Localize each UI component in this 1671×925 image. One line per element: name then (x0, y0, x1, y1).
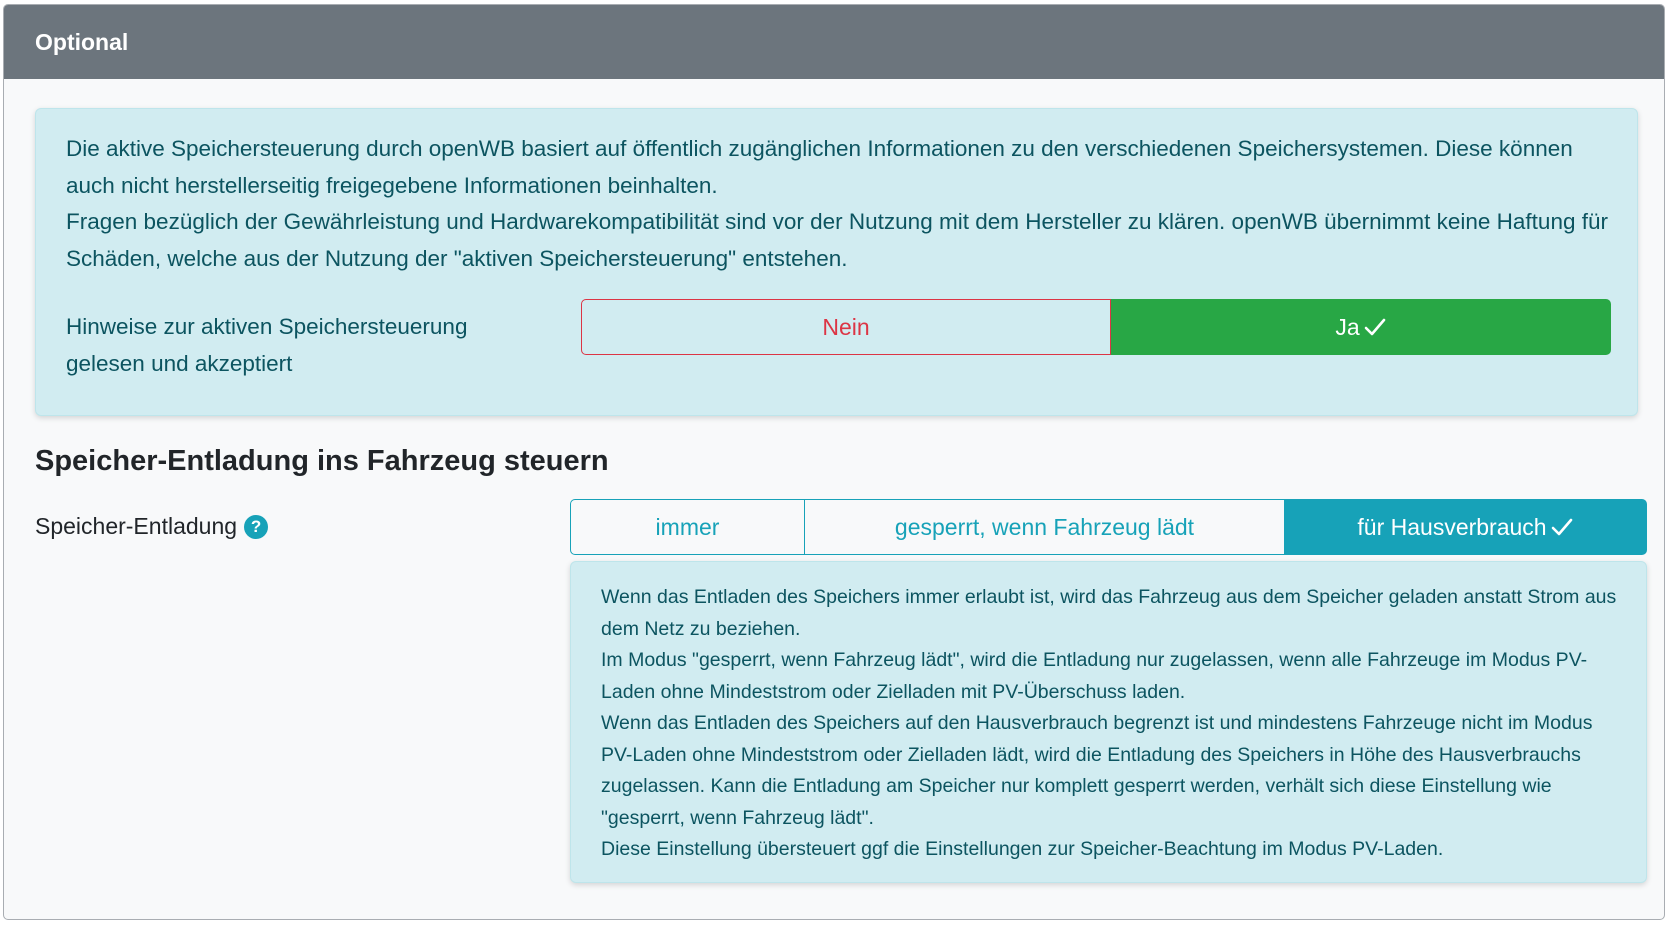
mode-immer-label: immer (655, 513, 720, 540)
ja-button[interactable]: Ja (1111, 299, 1611, 355)
discharge-label: Speicher-Entladung ? (35, 513, 269, 540)
info-paragraph-2: Im Modus "gesperrt, wenn Fahrzeug lädt",… (601, 649, 1588, 703)
section-title: Speicher-Entladung ins Fahrzeug steuern (35, 445, 609, 477)
mode-gesperrt-label: gesperrt, wenn Fahrzeug lädt (894, 513, 1195, 540)
ack-label: Hinweise zur aktiven Speichersteuerung g… (66, 314, 468, 376)
discharge-mode-group: immer gesperrt, wenn Fahrzeug lädt für H… (570, 499, 1647, 555)
nein-button-label: Nein (822, 313, 870, 340)
card-header: Optional (4, 5, 1664, 79)
info-paragraph-1: Wenn das Entladen des Speichers immer er… (601, 586, 1617, 640)
help-icon[interactable]: ? (244, 514, 269, 539)
mode-gesperrt-button[interactable]: gesperrt, wenn Fahrzeug lädt (804, 499, 1285, 555)
check-icon (1364, 318, 1385, 336)
check-icon (1551, 518, 1572, 536)
info-paragraph-3: Wenn das Entladen des Speichers auf den … (601, 712, 1593, 829)
info-text: Wenn das Entladen des Speichers immer er… (601, 582, 1621, 866)
mode-hausverbrauch-label: für Hausverbrauch (1357, 513, 1547, 540)
mode-immer-button[interactable]: immer (570, 499, 805, 555)
mode-hausverbrauch-button[interactable]: für Hausverbrauch (1284, 499, 1647, 555)
alert-text: Die aktive Speichersteuerung durch openW… (66, 131, 1611, 277)
ack-toggle-group: Nein Ja (581, 299, 1611, 355)
storage-control-alert: Die aktive Speichersteuerung durch openW… (35, 108, 1638, 416)
info-paragraph-4: Diese Einstellung übersteuert ggf die Ei… (601, 838, 1444, 860)
ja-button-label: Ja (1335, 313, 1360, 340)
alert-paragraph-2: Fragen bezüglich der Gewährleistung und … (66, 209, 1608, 271)
alert-paragraph-1: Die aktive Speichersteuerung durch openW… (66, 136, 1573, 198)
discharge-info-box: Wenn das Entladen des Speichers immer er… (570, 561, 1647, 883)
optional-card: Optional Die aktive Speichersteuerung du… (3, 4, 1665, 920)
discharge-label-text: Speicher-Entladung (35, 513, 238, 539)
nein-button[interactable]: Nein (581, 299, 1111, 355)
